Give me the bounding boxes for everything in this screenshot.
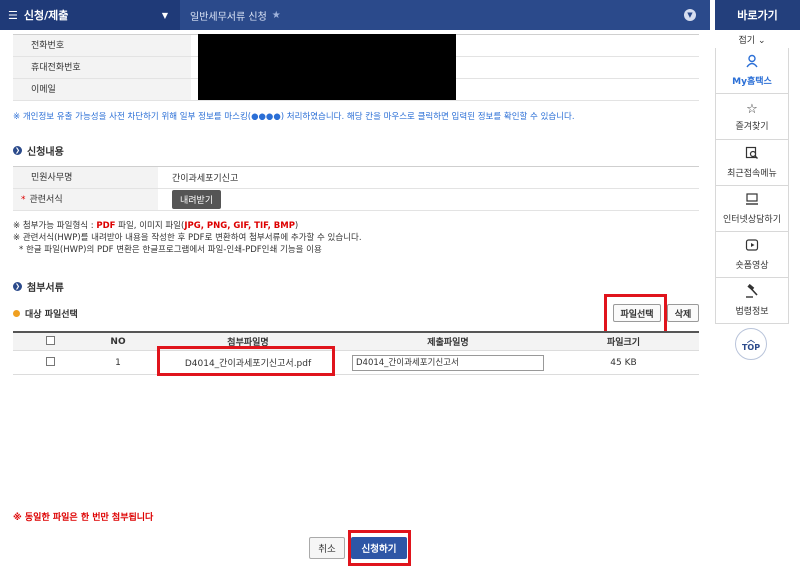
highlight-submit [348,530,411,566]
chevron-down-icon: ▼ [161,10,168,20]
highlight-attach-file [157,346,335,376]
sidebar-item-favorites[interactable]: ☆ 즐겨찾기 [715,94,789,140]
phone-label: 전화번호 [13,35,191,56]
masked-contact-values[interactable] [198,34,456,100]
form-row: * 관련서식 내려받기 [13,189,699,211]
row-size: 45 KB [610,357,637,368]
row-submit-name-cell: D4014_간이과세포기신고서 [348,354,548,371]
fold-toggle[interactable]: 접기 ⌄ [715,30,789,48]
expand-chevron-icon[interactable]: ▼ [684,9,696,21]
row-checkbox[interactable] [46,356,55,366]
duplicate-file-warning: ※ 동일한 파일은 한 번만 첨부됩니다 [13,513,154,523]
header-no: NO [110,336,126,347]
section-arrow-icon: ❯ [13,282,22,291]
star-icon: ☆ [746,101,758,117]
scroll-top-button[interactable]: ︿ TOP [735,328,767,360]
section-arrow-icon: ❯ [13,146,22,155]
file-notes: ※ 첨부가능 파일형식 : PDF 파일, 이미지 파일(JPG, PNG, G… [13,220,362,256]
privacy-notice: ※ 개인정보 유출 가능성을 사전 차단하기 위해 일부 정보를 마스킹(●●●… [13,112,575,122]
note-suffix: ) [294,221,299,231]
note-mid: 파일, 이미지 파일( [115,221,185,231]
pdf-highlight: PDF [96,221,116,231]
sidebar-item-label: 숏폼영상 [735,261,769,271]
attach-section-label: 첨부서류 [27,283,64,294]
cancel-button[interactable]: 취소 [309,537,345,559]
top-navigation-bar: ☰ 신청/제출 ▼ 일반세무서류 신청 ★ ▼ [0,0,710,30]
sidebar-item-label: 최근접속메뉴 [727,169,777,179]
chevron-down-icon: ⌄ [757,36,766,46]
computer-icon [745,192,759,210]
breadcrumb-current: 일반세무서류 신청 [190,11,267,23]
sidebar-item-recent[interactable]: 최근접속메뉴 [715,140,789,186]
person-icon [745,54,759,72]
sidebar-item-my-hometax[interactable]: My홈택스 [715,48,789,94]
attach-section-title: ❯ 첨부서류 [13,279,64,294]
delete-file-button[interactable]: 삭제 [667,304,699,322]
quick-sidebar: 접기 ⌄ My홈택스 ☆ 즐겨찾기 최근접속메뉴 인터넷상담하기 숏폼영상 법령… [715,30,789,324]
sidebar-item-law-info[interactable]: 법령정보 [715,278,789,324]
form-label: 관련서식 [29,195,63,205]
sidebar-item-label: My홈택스 [732,77,772,87]
civil-label: 민원사무명 [13,167,158,188]
highlight-select-file [604,294,667,334]
select-all-checkbox[interactable] [46,335,55,345]
breadcrumb: 일반세무서류 신청 ★ [190,0,281,30]
play-icon [745,238,759,256]
note-prefix: ※ 첨부가능 파일형식 : [13,221,97,231]
submit-name-input[interactable]: D4014_간이과세포기신고서 [352,354,544,371]
file-format-note: ※ 첨부가능 파일형식 : PDF 파일, 이미지 파일(JPG, PNG, G… [13,220,362,232]
apply-section-label: 신청내용 [27,147,64,158]
menu-dropdown[interactable]: ☰ 신청/제출 ▼ [0,0,180,30]
sidebar-item-label: 인터넷상담하기 [723,215,781,225]
top-label: TOP [741,343,761,352]
table-row: 1 D4014_간이과세포기신고서.pdf D4014_간이과세포기신고서 45… [13,351,699,375]
file-table: NO 첨부파일명 제출파일명 파일크기 1 D4014_간이과세포기신고서.pd… [13,331,699,375]
hamburger-icon: ☰ [8,8,18,22]
image-format-highlight: JPG, PNG, GIF, TIF, BMP [184,221,295,231]
target-file-text: 대상 파일선택 [25,310,78,320]
file-table-header: NO 첨부파일명 제출파일명 파일크기 [13,333,699,351]
form-label-cell: * 관련서식 [13,189,158,210]
row-select [13,356,88,369]
sidebar-item-online-consult[interactable]: 인터넷상담하기 [715,186,789,232]
apply-content-table: 민원사무명 간이과세포기신고 * 관련서식 내려받기 [13,166,699,211]
mobile-label: 휴대전화번호 [13,57,191,78]
fold-label: 접기 [738,36,756,46]
email-label: 이메일 [13,79,191,100]
menu-title: 신청/제출 [23,9,69,22]
quick-links-header: 바로가기 [715,0,800,30]
target-file-label: 대상 파일선택 [13,307,78,320]
header-submit-name: 제출파일명 [427,338,469,348]
row-no: 1 [115,357,121,368]
recent-search-icon [745,146,759,164]
header-select-all [13,335,88,348]
required-mark: * [21,195,26,205]
civil-value: 간이과세포기신고 [172,174,239,184]
header-size: 파일크기 [606,338,641,348]
sidebar-item-shortform[interactable]: 숏폼영상 [715,232,789,278]
sidebar-item-label: 즐겨찾기 [735,121,769,132]
hwp-note: ※ 관련서식(HWP)를 내려받아 내용을 작성한 후 PDF로 변환하여 첨부… [13,233,362,243]
hwp-convert-note: * 한글 파일(HWP)의 PDF 변환은 한글프로그램에서 파일-인쇄-PDF… [19,245,322,255]
download-button[interactable]: 내려받기 [172,190,222,209]
civil-row: 민원사무명 간이과세포기신고 [13,167,699,189]
favorite-star-icon[interactable]: ★ [272,10,281,21]
gavel-icon [745,283,759,302]
sidebar-item-label: 법령정보 [735,307,769,317]
apply-section-title: ❯ 신청내용 [13,143,64,158]
orange-bullet-icon [13,310,20,317]
